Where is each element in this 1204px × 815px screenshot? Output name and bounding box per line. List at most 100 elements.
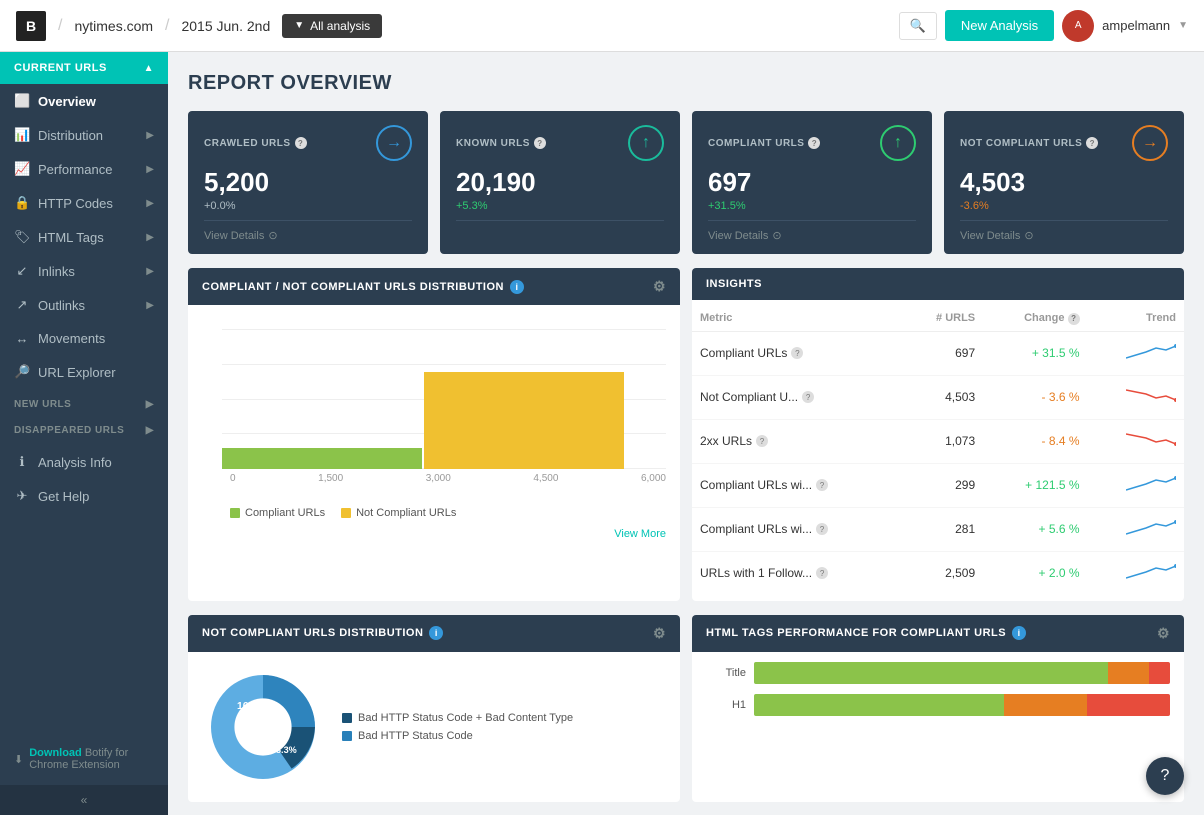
- sidebar-item-get-help[interactable]: ✈ Get Help: [0, 479, 168, 513]
- download-icon: ⬇: [14, 753, 23, 766]
- view-more: View More: [202, 519, 666, 540]
- row-help-icon[interactable]: ?: [791, 347, 803, 359]
- insights-table: Metric # URLS Change ? Trend Compliant U…: [692, 306, 1184, 595]
- insights-col-urls: # URLS: [903, 306, 984, 331]
- new-urls-section[interactable]: NEW URLS ▶: [0, 389, 168, 415]
- user-dropdown-icon[interactable]: ▼: [1178, 20, 1188, 31]
- site-name: nytimes.com: [74, 18, 153, 34]
- insights-metric-cell: Compliant URLs wi... ?: [692, 507, 903, 551]
- not-compliant-urls-view-details[interactable]: View Details ⊙: [960, 220, 1168, 242]
- compliant-urls-help-icon[interactable]: ?: [808, 137, 820, 149]
- sidebar-item-analysis-info[interactable]: ℹ Analysis Info: [0, 445, 168, 479]
- view-more-link[interactable]: View More: [614, 528, 666, 540]
- known-urls-view-details: [456, 220, 664, 244]
- sidebar-section-current-urls[interactable]: CURRENT URLS ▲: [0, 52, 168, 84]
- sidebar-item-http-codes[interactable]: 🔒 HTTP Codes ▶: [0, 186, 168, 220]
- bar-compliant: [222, 448, 422, 469]
- insights-table-row: 2xx URLs ?1,073- 8.4 %: [692, 419, 1184, 463]
- insights-card: INSIGHTS Metric # URLS Change ?: [692, 268, 1184, 601]
- row-help-icon[interactable]: ?: [802, 391, 814, 403]
- username: ampelmann: [1102, 18, 1170, 33]
- pie-legend-item-1: Bad HTTP Status Code + Bad Content Type: [342, 712, 573, 724]
- sidebar-item-outlinks[interactable]: ↗ Outlinks ▶: [0, 288, 168, 322]
- insights-metric-cell: Compliant URLs ?: [692, 331, 903, 375]
- sidebar-item-overview[interactable]: ⬜ Overview: [0, 84, 168, 118]
- seg-orange-title: [1108, 662, 1150, 684]
- row-help-icon[interactable]: ?: [816, 479, 828, 491]
- sidebar-item-distribution[interactable]: 📊 Distribution ▶: [0, 118, 168, 152]
- html-tag-row-title: Title: [706, 662, 1170, 684]
- bar-chart-xaxis: 01,5003,0004,5006,000: [202, 469, 666, 484]
- row-help-icon[interactable]: ?: [756, 435, 768, 447]
- insights-urls-cell: 697: [903, 331, 984, 375]
- legend-compliant-label: Compliant URLs: [245, 507, 325, 519]
- insights-table-row: Not Compliant U... ?4,503- 3.6 %: [692, 375, 1184, 419]
- disappeared-urls-section[interactable]: DISAPPEARED URLS ▶: [0, 415, 168, 441]
- new-analysis-button[interactable]: New Analysis: [945, 10, 1054, 41]
- sidebar-collapse-button[interactable]: «: [0, 785, 168, 815]
- legend-not-compliant-label: Not Compliant URLs: [356, 507, 456, 519]
- insights-col-metric: Metric: [692, 306, 903, 331]
- sidebar-item-html-tags[interactable]: 🏷 HTML Tags ▶: [0, 220, 168, 254]
- insights-metric-cell: Compliant URLs wi... ?: [692, 463, 903, 507]
- html-tags-gear-icon[interactable]: ⚙: [1157, 625, 1170, 642]
- page-title: REPORT OVERVIEW: [188, 72, 1184, 95]
- svg-text:16.9%: 16.9%: [237, 700, 266, 711]
- pie-chart-area: 16.9% 8.3% Bad HTTP Status Code + Bad Co…: [188, 652, 680, 802]
- sidebar-item-label: Distribution: [38, 128, 103, 143]
- not-compliant-gear-icon[interactable]: ⚙: [653, 625, 666, 642]
- analysis-info-icon: ℹ: [14, 454, 30, 470]
- crawled-urls-help-icon[interactable]: ?: [295, 137, 307, 149]
- seg-red-h1: [1087, 694, 1170, 716]
- crawled-urls-change: +0.0%: [204, 200, 412, 212]
- download-text: Download Botify for Chrome Extension: [29, 747, 154, 771]
- compliant-distribution-gear-icon[interactable]: ⚙: [653, 278, 666, 295]
- arrow-icon: ▶: [146, 266, 154, 277]
- row-help-icon[interactable]: ?: [816, 567, 828, 579]
- not-compliant-distribution-chart: NOT COMPLIANT URLS DISTRIBUTION i ⚙: [188, 615, 680, 802]
- stat-card-crawled-urls: CRAWLED URLS ? → 5,200 +0.0% View Detail…: [188, 111, 428, 254]
- known-urls-help-icon[interactable]: ?: [534, 137, 546, 149]
- insights-urls-cell: 4,503: [903, 375, 984, 419]
- pie-legend-dot-1: [342, 713, 352, 723]
- sidebar-item-movements[interactable]: ↔ Movements: [0, 322, 168, 355]
- compliant-urls-view-details[interactable]: View Details ⊙: [708, 220, 916, 242]
- not-compliant-urls-help-icon[interactable]: ?: [1086, 137, 1098, 149]
- insights-change-cell: + 121.5 %: [983, 463, 1087, 507]
- compliant-distribution-info-icon[interactable]: i: [510, 280, 524, 294]
- new-urls-label: NEW URLS: [14, 399, 71, 410]
- html-tags-icon: 🏷: [14, 229, 30, 245]
- filter-button[interactable]: All analysis: [282, 14, 382, 38]
- svg-text:8.3%: 8.3%: [276, 745, 297, 755]
- html-tag-bar-h1: [754, 694, 1170, 716]
- sidebar-item-inlinks[interactable]: ↙ Inlinks ▶: [0, 254, 168, 288]
- sidebar-item-performance[interactable]: 📈 Performance ▶: [0, 152, 168, 186]
- not-compliant-info-icon[interactable]: i: [429, 626, 443, 640]
- change-help-icon[interactable]: ?: [1068, 313, 1080, 325]
- compliant-urls-value: 697: [708, 167, 916, 198]
- help-fab-button[interactable]: ?: [1146, 757, 1184, 795]
- html-tags-info-icon[interactable]: i: [1012, 626, 1026, 640]
- known-urls-change: +5.3%: [456, 200, 664, 212]
- insights-header: INSIGHTS: [692, 268, 1184, 300]
- insights-change-cell: + 2.0 %: [983, 551, 1087, 595]
- disappeared-urls-chevron: ▶: [146, 425, 154, 436]
- seg-red-title: [1149, 662, 1170, 684]
- download-extension[interactable]: ⬇ Download Botify for Chrome Extension: [0, 733, 168, 785]
- stat-card-known-urls: KNOWN URLS ? ↑ 20,190 +5.3%: [440, 111, 680, 254]
- app-body: CURRENT URLS ▲ ⬜ Overview 📊 Distribution…: [0, 52, 1204, 815]
- insights-trend-cell: [1088, 551, 1184, 595]
- search-button[interactable]: 🔍: [899, 12, 937, 40]
- seg-green-title: [754, 662, 1108, 684]
- stats-row: CRAWLED URLS ? → 5,200 +0.0% View Detail…: [188, 111, 1184, 254]
- crawled-urls-title: CRAWLED URLS: [204, 138, 291, 149]
- insights-table-row: URLs with 1 Follow... ?2,509+ 2.0 %: [692, 551, 1184, 595]
- compliant-distribution-title: COMPLIANT / NOT COMPLIANT URLS DISTRIBUT…: [202, 281, 504, 293]
- insights-urls-cell: 299: [903, 463, 984, 507]
- insights-change-cell: - 3.6 %: [983, 375, 1087, 419]
- sidebar-item-url-explorer[interactable]: 🔎 URL Explorer: [0, 355, 168, 389]
- bar-not-compliant: [424, 372, 624, 470]
- crawled-urls-view-details[interactable]: View Details ⊙: [204, 220, 412, 242]
- legend-not-compliant-dot: [341, 508, 351, 518]
- row-help-icon[interactable]: ?: [816, 523, 828, 535]
